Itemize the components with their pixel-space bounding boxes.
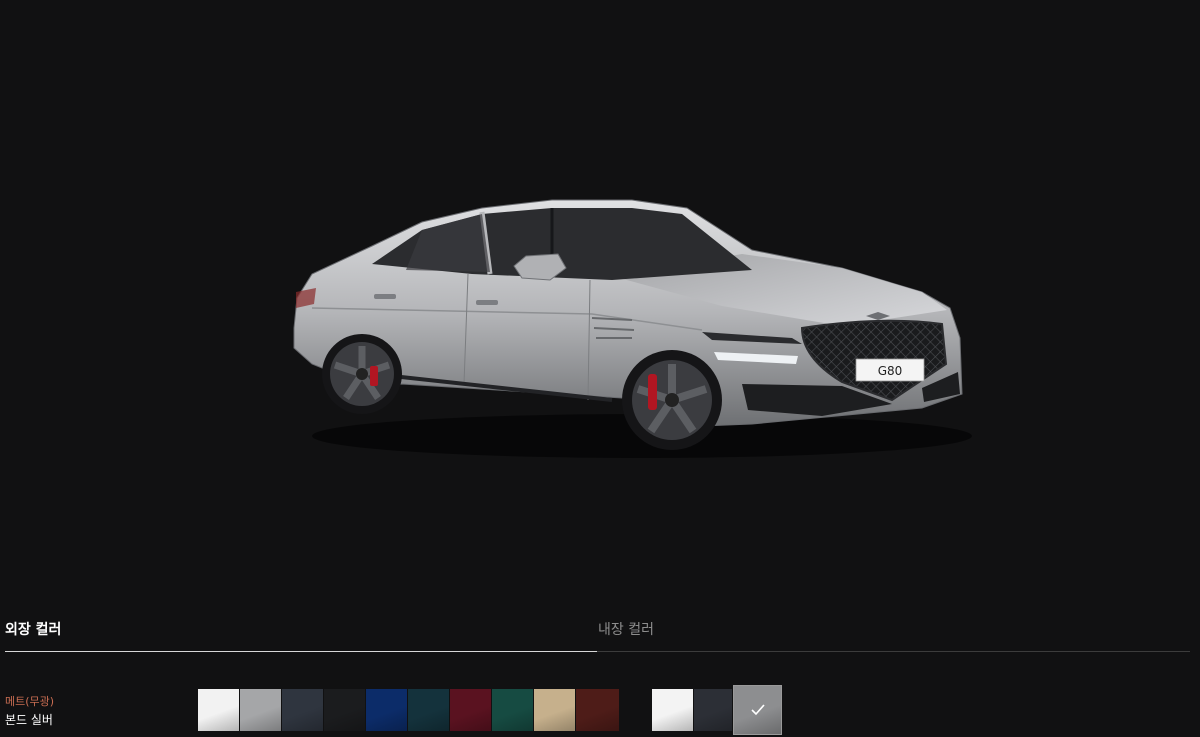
- exterior-swatch[interactable]: [450, 689, 491, 731]
- exterior-swatch[interactable]: [282, 689, 323, 731]
- tab-interior-color[interactable]: 내장 컬러: [598, 619, 654, 639]
- interior-swatch[interactable]: [694, 689, 732, 731]
- interior-swatch-selected[interactable]: [733, 685, 782, 735]
- tab-divider: [597, 651, 1190, 652]
- tab-active-underline: [5, 651, 597, 652]
- exterior-swatch[interactable]: [198, 689, 239, 731]
- exterior-swatch[interactable]: [534, 689, 575, 731]
- exterior-swatch[interactable]: [366, 689, 407, 731]
- tab-exterior-color[interactable]: 외장 컬러: [5, 619, 61, 639]
- color-tabs: 외장 컬러 내장 컬러: [0, 605, 1200, 653]
- color-name: 본드 실버: [5, 713, 53, 727]
- exterior-swatch[interactable]: [240, 689, 281, 731]
- finish-label: 메트(무광): [5, 695, 55, 708]
- exterior-swatch[interactable]: [576, 689, 619, 731]
- car-viewer[interactable]: G80: [0, 0, 1200, 600]
- car-image: G80: [293, 199, 972, 458]
- plate-text: G80: [878, 364, 903, 378]
- exterior-swatch[interactable]: [408, 689, 449, 731]
- checkmark-icon: [734, 686, 781, 734]
- exterior-swatch[interactable]: [492, 689, 533, 731]
- interior-swatch[interactable]: [652, 689, 693, 731]
- exterior-swatch[interactable]: [324, 689, 365, 731]
